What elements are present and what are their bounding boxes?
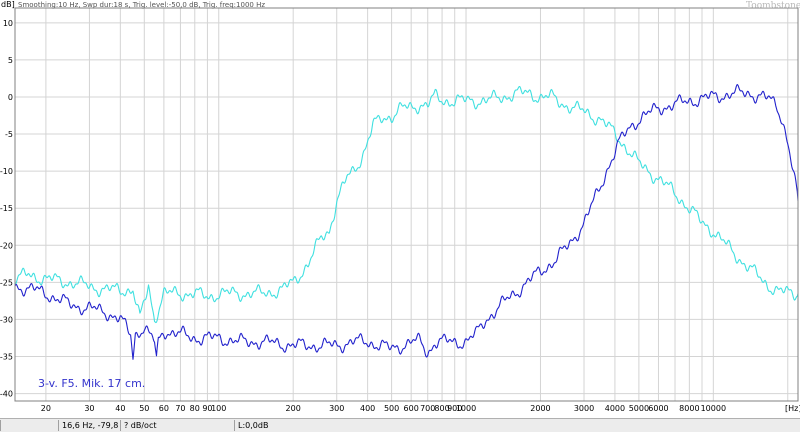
x-tick-label: 400 (360, 404, 375, 413)
x-tick-label: 20 (41, 404, 51, 413)
x-tick-label: 3000 (574, 404, 594, 413)
x-tick-label: 8000 (679, 404, 699, 413)
x-tick-label: 80 (190, 404, 200, 413)
chart-svg: 1050-5-10-15-20-25-30-35-4020 30 40 50 60 70 8… (0, 0, 800, 418)
y-tick-label: -20 (0, 241, 13, 250)
x-tick-label: 5000 (629, 404, 649, 413)
frequency-response-chart: 10 5 0 -5 -10 -15 -20 -25 -30 -35 -40 20 30 40 50 60 70 8… (0, 0, 800, 418)
x-tick-label: 4000 (605, 404, 625, 413)
x-tick-label: 200 (286, 404, 301, 413)
x-tick-label: 60 (159, 404, 169, 413)
status-cursor-readout: 16,6 Hz, -79,8 dB (58, 420, 120, 431)
status-slope: ? dB/oct (120, 420, 234, 431)
y-tick-label: -10 (0, 167, 13, 176)
y-tick-label: -15 (0, 204, 13, 213)
x-tick-label: 30 (84, 404, 94, 413)
x-tick-label: 700 (420, 404, 435, 413)
y-tick-label: 5 (8, 56, 13, 65)
y-tick-label: -35 (0, 353, 13, 362)
x-tick-label: 300 (329, 404, 344, 413)
y-tick-label: -30 (0, 315, 13, 324)
x-tick-label: 40 (115, 404, 125, 413)
x-tick-label: 600 (404, 404, 419, 413)
y-tick-label: -40 (0, 390, 13, 399)
x-tick-label: 10000 (701, 404, 726, 413)
x-tick-label: 2000 (530, 404, 550, 413)
measurement-info: Smoothing:10 Hz, Swp dur:18 s, Trig. lev… (18, 1, 265, 9)
x-tick-label: 1000 (456, 404, 476, 413)
status-bar: 16,6 Hz, -79,8 dB ? dB/oct L:0,0dB (0, 418, 800, 432)
y-tick-label: 0 (8, 93, 13, 102)
y-tick-label: -5 (5, 130, 13, 139)
x-tick-label: 6000 (648, 404, 668, 413)
x-axis-unit: [Hz] (785, 404, 800, 413)
status-cell-blank (0, 420, 58, 431)
x-tick-label: 500 (384, 404, 399, 413)
status-level: L:0,0dB (234, 420, 800, 431)
x-tick-label: 100 (211, 404, 226, 413)
y-tick-label: 10 (3, 19, 13, 28)
y-tick-label: -25 (0, 278, 13, 287)
y-axis-label: dB] (1, 0, 15, 9)
chart-annotation: 3-v. F5. Mik. 17 cm. (38, 377, 145, 390)
brand-watermark: Toombstone (746, 1, 800, 11)
x-tick-label: 50 (139, 404, 149, 413)
x-tick-label: 70 (175, 404, 185, 413)
